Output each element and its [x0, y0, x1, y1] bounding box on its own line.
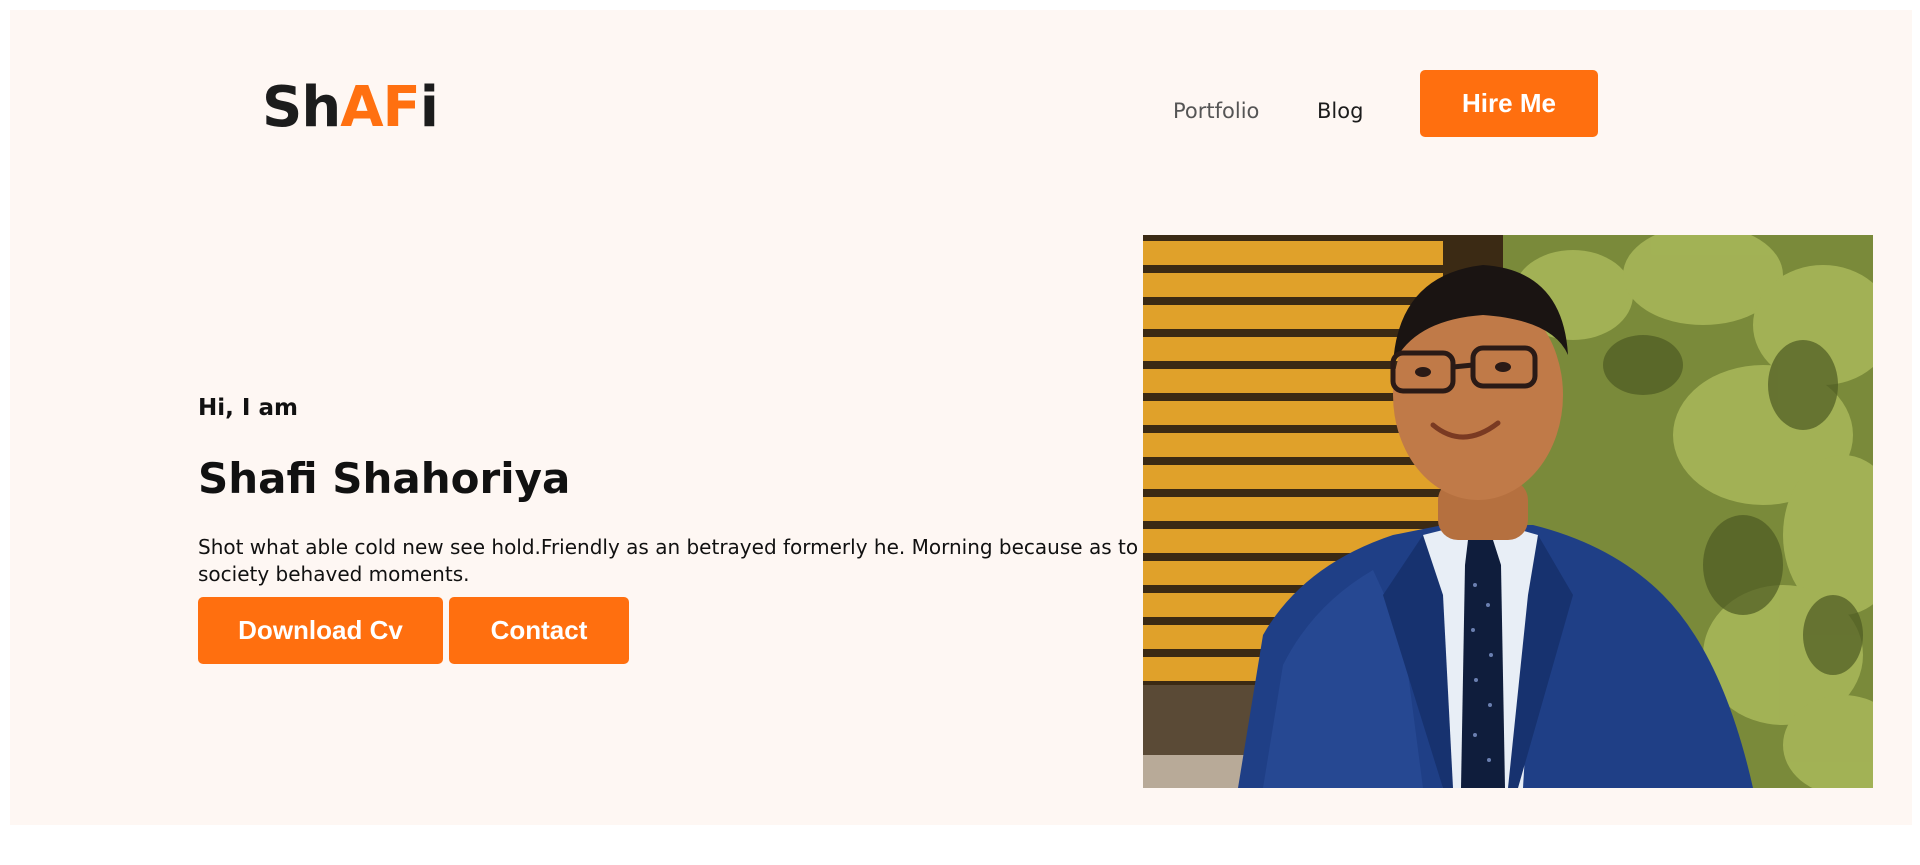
nav-link-blog[interactable]: Blog [1317, 101, 1363, 122]
hero-name: Shafi Shahoriya [198, 454, 571, 503]
logo-text-part-3: i [419, 75, 439, 140]
download-cv-button[interactable]: Download Cv [198, 597, 443, 664]
logo-text-part-1: Sh [262, 75, 341, 140]
hero-description: Shot what able cold new see hold.Friendl… [198, 535, 1139, 586]
page-container: ShAFi Portfolio Blog Hire Me Hi, I am Sh… [10, 10, 1912, 825]
contact-button[interactable]: Contact [449, 597, 629, 664]
nav-link-portfolio[interactable]: Portfolio [1173, 101, 1259, 122]
profile-photo [1143, 235, 1873, 788]
hero-greeting: Hi, I am [198, 395, 298, 421]
hire-me-button[interactable]: Hire Me [1420, 70, 1598, 137]
site-logo[interactable]: ShAFi [262, 80, 439, 136]
logo-text-accent: AF [340, 75, 421, 140]
